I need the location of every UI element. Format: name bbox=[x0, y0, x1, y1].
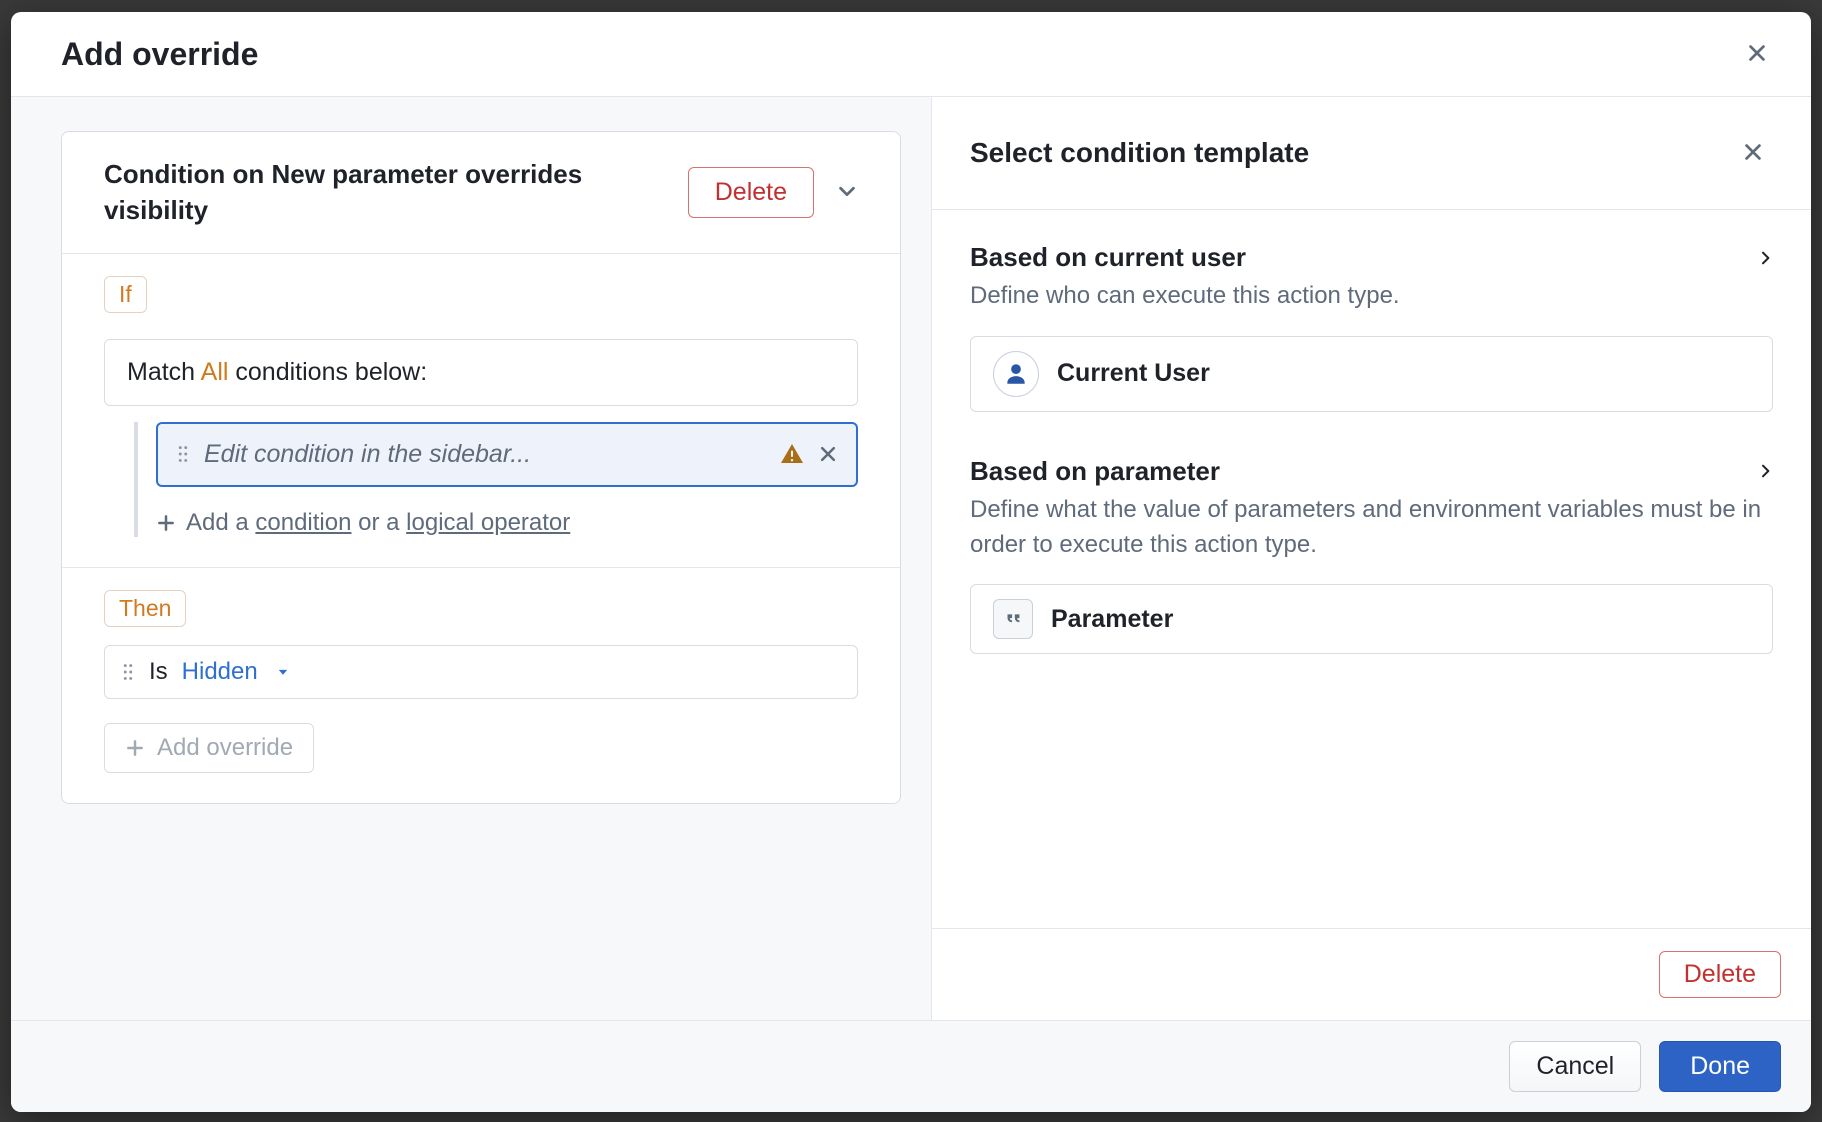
dialog-header: Add override bbox=[11, 12, 1811, 97]
drag-handle-icon[interactable] bbox=[176, 443, 190, 465]
card-header-actions: Delete bbox=[688, 167, 870, 218]
then-result-selector[interactable]: Is Hidden bbox=[104, 645, 858, 699]
template-label: Parameter bbox=[1051, 605, 1173, 634]
category-head[interactable]: Based on current user bbox=[970, 242, 1773, 273]
category-subtitle: Define who can execute this action type. bbox=[970, 279, 1773, 314]
visibility-value: Hidden bbox=[182, 658, 258, 686]
add-override-label: Add override bbox=[157, 734, 293, 762]
add-override-dialog: Add override Condition on New parameter … bbox=[11, 12, 1811, 1112]
match-prefix: Match bbox=[127, 358, 201, 386]
add-cond-prefix: Add a bbox=[186, 509, 255, 536]
dialog-footer: Cancel Done bbox=[11, 1020, 1811, 1112]
add-condition-link[interactable]: condition bbox=[255, 509, 351, 536]
right-column: Select condition template Based on curre… bbox=[932, 97, 1811, 1020]
warning-icon bbox=[780, 442, 804, 466]
then-section: Then Is Hidden Add override bbox=[62, 568, 900, 803]
then-tag: Then bbox=[104, 590, 186, 627]
add-condition-row[interactable]: Add a condition or a logical operator bbox=[156, 509, 858, 537]
match-suffix: conditions below: bbox=[228, 358, 427, 386]
card-header: Condition on New parameter overrides vis… bbox=[62, 132, 900, 254]
left-column: Condition on New parameter overrides vis… bbox=[11, 97, 932, 1020]
template-category-parameter: Based on parameter Define what the value… bbox=[970, 456, 1773, 655]
is-label: Is bbox=[149, 658, 168, 686]
conditions-block: Edit condition in the sidebar... Add a c… bbox=[134, 422, 858, 537]
done-button[interactable]: Done bbox=[1659, 1041, 1781, 1092]
add-cond-mid: or a bbox=[351, 509, 406, 536]
quote-icon bbox=[993, 599, 1033, 639]
right-panel-footer: Delete bbox=[932, 928, 1811, 1020]
if-section: If Match All conditions below: Edit cond… bbox=[62, 254, 900, 568]
condition-item[interactable]: Edit condition in the sidebar... bbox=[156, 422, 858, 487]
user-icon bbox=[993, 351, 1039, 397]
category-title: Based on parameter bbox=[970, 456, 1220, 487]
close-icon bbox=[1746, 42, 1768, 67]
add-operator-link[interactable]: logical operator bbox=[406, 509, 570, 536]
close-template-panel-button[interactable] bbox=[1733, 133, 1773, 173]
chevron-right-icon bbox=[1757, 247, 1773, 269]
if-tag: If bbox=[104, 276, 147, 313]
plus-icon bbox=[125, 738, 145, 758]
collapse-card-button[interactable] bbox=[824, 172, 870, 213]
add-override-button[interactable]: Add override bbox=[104, 723, 314, 773]
template-label: Current User bbox=[1057, 359, 1210, 388]
category-subtitle: Define what the value of parameters and … bbox=[970, 493, 1773, 563]
template-category-user: Based on current user Define who can exe… bbox=[970, 242, 1773, 412]
match-all: All bbox=[201, 358, 229, 386]
condition-card: Condition on New parameter overrides vis… bbox=[61, 131, 901, 804]
chevron-down-icon bbox=[836, 190, 858, 205]
drag-handle-icon[interactable] bbox=[121, 661, 135, 683]
template-list: Based on current user Define who can exe… bbox=[932, 210, 1811, 928]
template-current-user[interactable]: Current User bbox=[970, 336, 1773, 412]
category-head[interactable]: Based on parameter bbox=[970, 456, 1773, 487]
dialog-close-button[interactable] bbox=[1737, 34, 1777, 74]
remove-condition-button[interactable] bbox=[818, 444, 838, 464]
delete-template-button[interactable]: Delete bbox=[1659, 951, 1781, 998]
card-title: Condition on New parameter overrides vis… bbox=[104, 156, 584, 229]
dialog-title: Add override bbox=[61, 36, 258, 73]
caret-down-icon bbox=[276, 665, 290, 679]
dialog-body: Condition on New parameter overrides vis… bbox=[11, 97, 1811, 1020]
condition-placeholder-text: Edit condition in the sidebar... bbox=[204, 440, 766, 469]
delete-condition-button[interactable]: Delete bbox=[688, 167, 814, 218]
plus-icon bbox=[156, 513, 176, 533]
cancel-button[interactable]: Cancel bbox=[1509, 1041, 1641, 1092]
match-mode-selector[interactable]: Match All conditions below: bbox=[104, 339, 858, 406]
category-title: Based on current user bbox=[970, 242, 1246, 273]
right-panel-title: Select condition template bbox=[970, 137, 1309, 169]
template-parameter[interactable]: Parameter bbox=[970, 584, 1773, 654]
close-icon bbox=[1742, 141, 1764, 166]
right-header: Select condition template bbox=[932, 97, 1811, 210]
chevron-right-icon bbox=[1757, 460, 1773, 482]
